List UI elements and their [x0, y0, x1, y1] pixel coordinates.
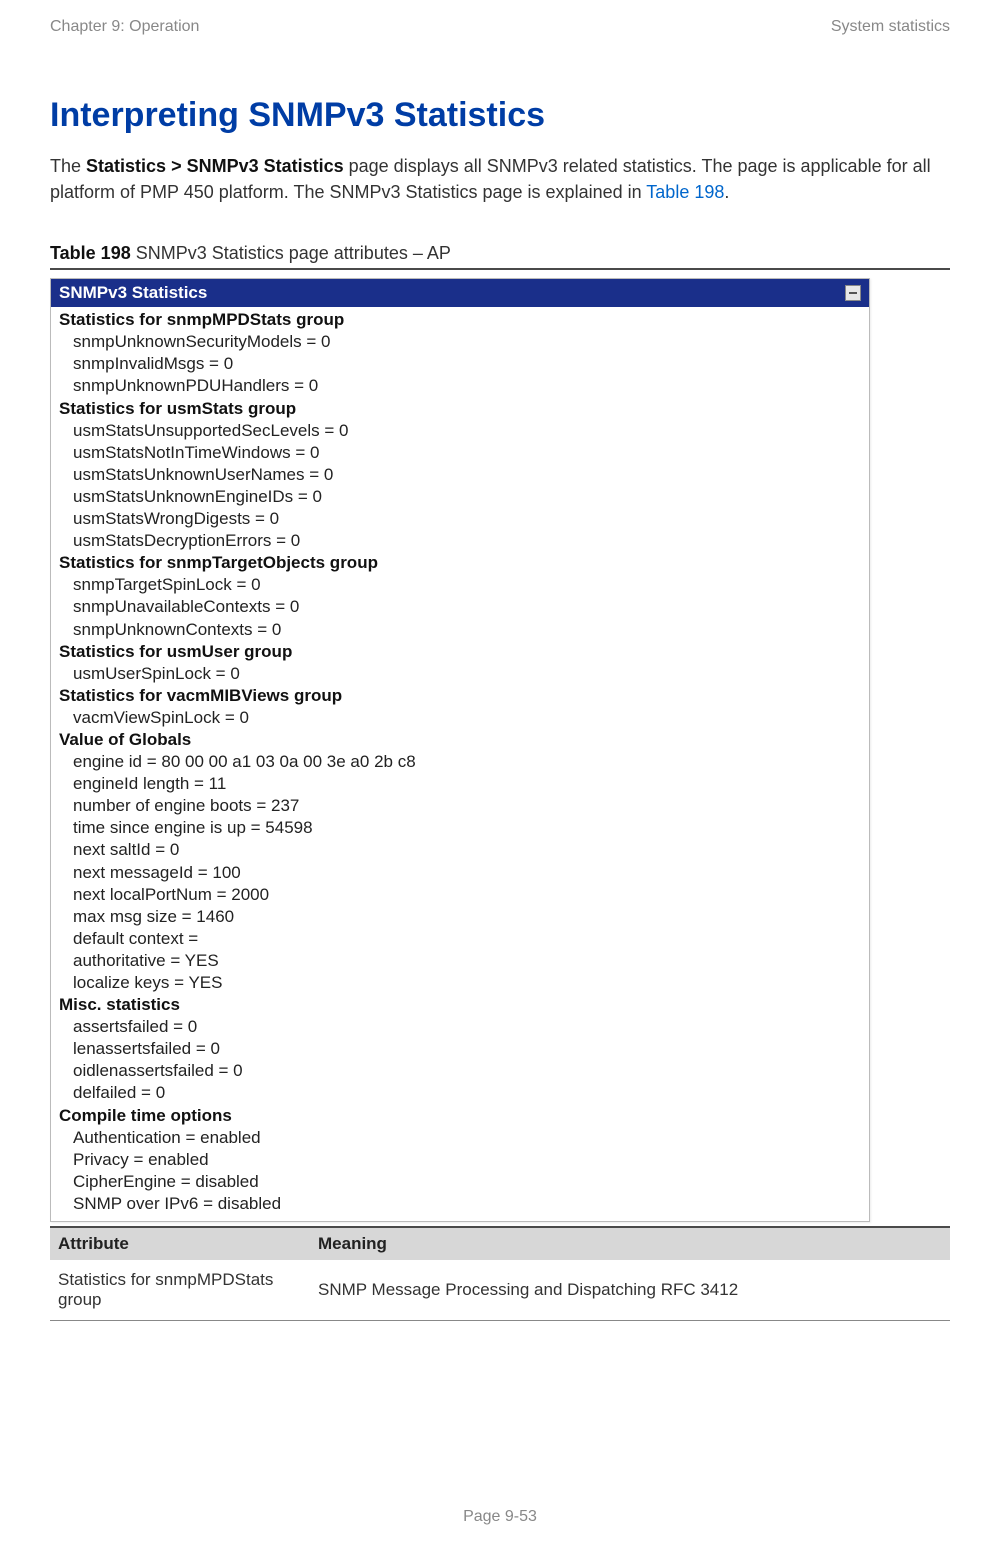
stat-line: snmpInvalidMsgs = 0 — [51, 353, 869, 375]
stat-line: usmStatsUnsupportedSecLevels = 0 — [51, 420, 869, 442]
panel-title-text: SNMPv3 Statistics — [59, 283, 207, 303]
stat-line: engineId length = 11 — [51, 773, 869, 795]
caption-rest: SNMPv3 Statistics page attributes – AP — [131, 243, 451, 263]
stat-line: snmpUnknownContexts = 0 — [51, 619, 869, 641]
stat-line: lenassertsfailed = 0 — [51, 1038, 869, 1060]
attr-cell: Statistics for snmpMPDStats group — [50, 1260, 310, 1321]
stat-line: oidlenassertsfailed = 0 — [51, 1060, 869, 1082]
stat-line: next localPortNum = 2000 — [51, 884, 869, 906]
stat-line: snmpUnknownPDUHandlers = 0 — [51, 375, 869, 397]
stat-line: assertsfailed = 0 — [51, 1016, 869, 1038]
stats-group-heading: Misc. statistics — [51, 994, 869, 1016]
attribute-table: Attribute Meaning Statistics for snmpMPD… — [50, 1226, 950, 1321]
header-left: Chapter 9: Operation — [50, 18, 199, 36]
header-attribute: Attribute — [50, 1228, 310, 1260]
stat-line: authoritative = YES — [51, 950, 869, 972]
panel-body: Statistics for snmpMPDStats groupsnmpUnk… — [51, 307, 869, 1221]
caption-bold: Table 198 — [50, 243, 131, 263]
table-link[interactable]: Table 198 — [646, 182, 724, 202]
stat-line: time since engine is up = 54598 — [51, 817, 869, 839]
stat-line: snmpUnknownSecurityModels = 0 — [51, 331, 869, 353]
stat-line: snmpTargetSpinLock = 0 — [51, 574, 869, 596]
stat-line: default context = — [51, 928, 869, 950]
stat-line: snmpUnavailableContexts = 0 — [51, 596, 869, 618]
stats-group-heading: Statistics for snmpMPDStats group — [51, 309, 869, 331]
stats-group-heading: Statistics for usmUser group — [51, 641, 869, 663]
stats-group-heading: Statistics for snmpTargetObjects group — [51, 552, 869, 574]
table-caption: Table 198 SNMPv3 Statistics page attribu… — [50, 243, 950, 264]
stats-group-heading: Statistics for vacmMIBViews group — [51, 685, 869, 707]
stat-line: number of engine boots = 237 — [51, 795, 869, 817]
page-header: Chapter 9: Operation System statistics — [50, 0, 950, 36]
attribute-table-header: Attribute Meaning — [50, 1226, 950, 1260]
stat-line: CipherEngine = disabled — [51, 1171, 869, 1193]
stat-line: usmStatsDecryptionErrors = 0 — [51, 530, 869, 552]
stat-line: next saltId = 0 — [51, 839, 869, 861]
stat-line: SNMP over IPv6 = disabled — [51, 1193, 869, 1215]
intro-bold: Statistics > SNMPv3 Statistics — [86, 156, 344, 176]
stat-line: usmStatsUnknownEngineIDs = 0 — [51, 486, 869, 508]
attribute-table-row: Statistics for snmpMPDStats groupSNMP Me… — [50, 1260, 950, 1321]
caption-rule — [50, 268, 950, 270]
intro-suffix: . — [724, 182, 729, 202]
stat-line: next messageId = 100 — [51, 862, 869, 884]
stat-line: engine id = 80 00 00 a1 03 0a 00 3e a0 2… — [51, 751, 869, 773]
header-meaning: Meaning — [310, 1228, 950, 1260]
page-footer: Page 9-53 — [0, 1508, 1000, 1526]
stats-group-heading: Value of Globals — [51, 729, 869, 751]
meaning-cell: SNMP Message Processing and Dispatching … — [310, 1260, 950, 1321]
snmpv3-stats-panel: SNMPv3 Statistics Statistics for snmpMPD… — [50, 278, 870, 1222]
stat-line: usmUserSpinLock = 0 — [51, 663, 869, 685]
stat-line: max msg size = 1460 — [51, 906, 869, 928]
stat-line: usmStatsWrongDigests = 0 — [51, 508, 869, 530]
stats-group-heading: Statistics for usmStats group — [51, 398, 869, 420]
collapse-icon[interactable] — [845, 285, 861, 301]
stat-line: localize keys = YES — [51, 972, 869, 994]
header-right: System statistics — [831, 18, 950, 36]
stat-line: Authentication = enabled — [51, 1127, 869, 1149]
stat-line: usmStatsNotInTimeWindows = 0 — [51, 442, 869, 464]
stat-line: usmStatsUnknownUserNames = 0 — [51, 464, 869, 486]
section-title: Interpreting SNMPv3 Statistics — [50, 96, 950, 135]
stat-line: delfailed = 0 — [51, 1082, 869, 1104]
intro-prefix: The — [50, 156, 86, 176]
stat-line: vacmViewSpinLock = 0 — [51, 707, 869, 729]
stats-group-heading: Compile time options — [51, 1105, 869, 1127]
intro-paragraph: The Statistics > SNMPv3 Statistics page … — [50, 153, 950, 205]
stat-line: Privacy = enabled — [51, 1149, 869, 1171]
panel-title-bar: SNMPv3 Statistics — [51, 279, 869, 307]
